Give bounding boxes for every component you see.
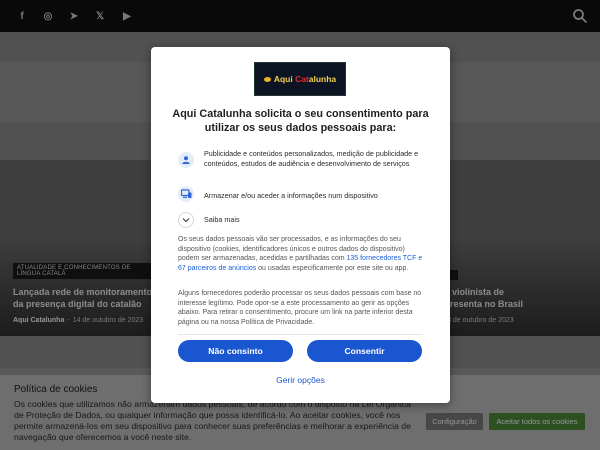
purpose-personalised-ads: Publicidade e conteúdos personalizados, …: [204, 149, 419, 168]
consent-title: Aqui Catalunha solicita o seu consentime…: [172, 108, 429, 134]
consent-dialog: Aqui Catalunha Aqui Catalunha solicita o…: [151, 47, 450, 403]
consent-button[interactable]: Consentir: [307, 340, 422, 362]
do-not-consent-button[interactable]: Não consinto: [178, 340, 293, 362]
site-logo: Aqui Catalunha: [254, 62, 346, 96]
purpose-device-storage: Armazenar e/ou aceder a informações num …: [204, 191, 378, 200]
consent-body-text: Os seus dados pessoais vão ser processad…: [178, 236, 423, 272]
chevron-down-icon[interactable]: [178, 212, 194, 228]
legitimate-interest-text: Alguns fornecedores poderão processar os…: [178, 290, 422, 326]
divider: [178, 334, 423, 335]
manage-options-link[interactable]: Gerir opções: [151, 375, 450, 385]
person-icon: [178, 152, 194, 168]
device-icon: [178, 186, 194, 202]
learn-more-toggle[interactable]: Saiba mais: [204, 215, 426, 225]
logo-eye-icon: [263, 76, 271, 82]
